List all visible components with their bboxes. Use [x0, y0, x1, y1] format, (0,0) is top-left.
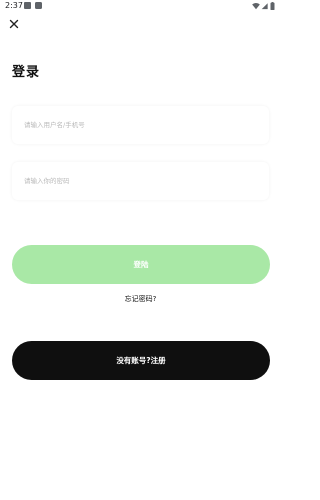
register-button[interactable]: 没有账号?注册 [12, 341, 270, 380]
password-field[interactable] [12, 162, 269, 200]
app-notification-icon [35, 2, 42, 9]
notification-icon [24, 2, 31, 9]
wifi-icon [252, 3, 260, 10]
signal-icon [261, 3, 268, 10]
forgot-password-link[interactable]: 忘记密码? [0, 294, 281, 304]
status-time: 2:37 [5, 1, 23, 10]
close-icon [9, 19, 19, 29]
password-input[interactable] [24, 162, 259, 200]
battery-icon [270, 2, 275, 10]
username-field[interactable] [12, 106, 269, 144]
login-button[interactable]: 登陆 [12, 245, 270, 284]
username-input[interactable] [24, 106, 259, 144]
page-title: 登录 [12, 65, 41, 80]
status-bar: 2:37 [0, 0, 281, 12]
close-button[interactable] [6, 16, 22, 32]
